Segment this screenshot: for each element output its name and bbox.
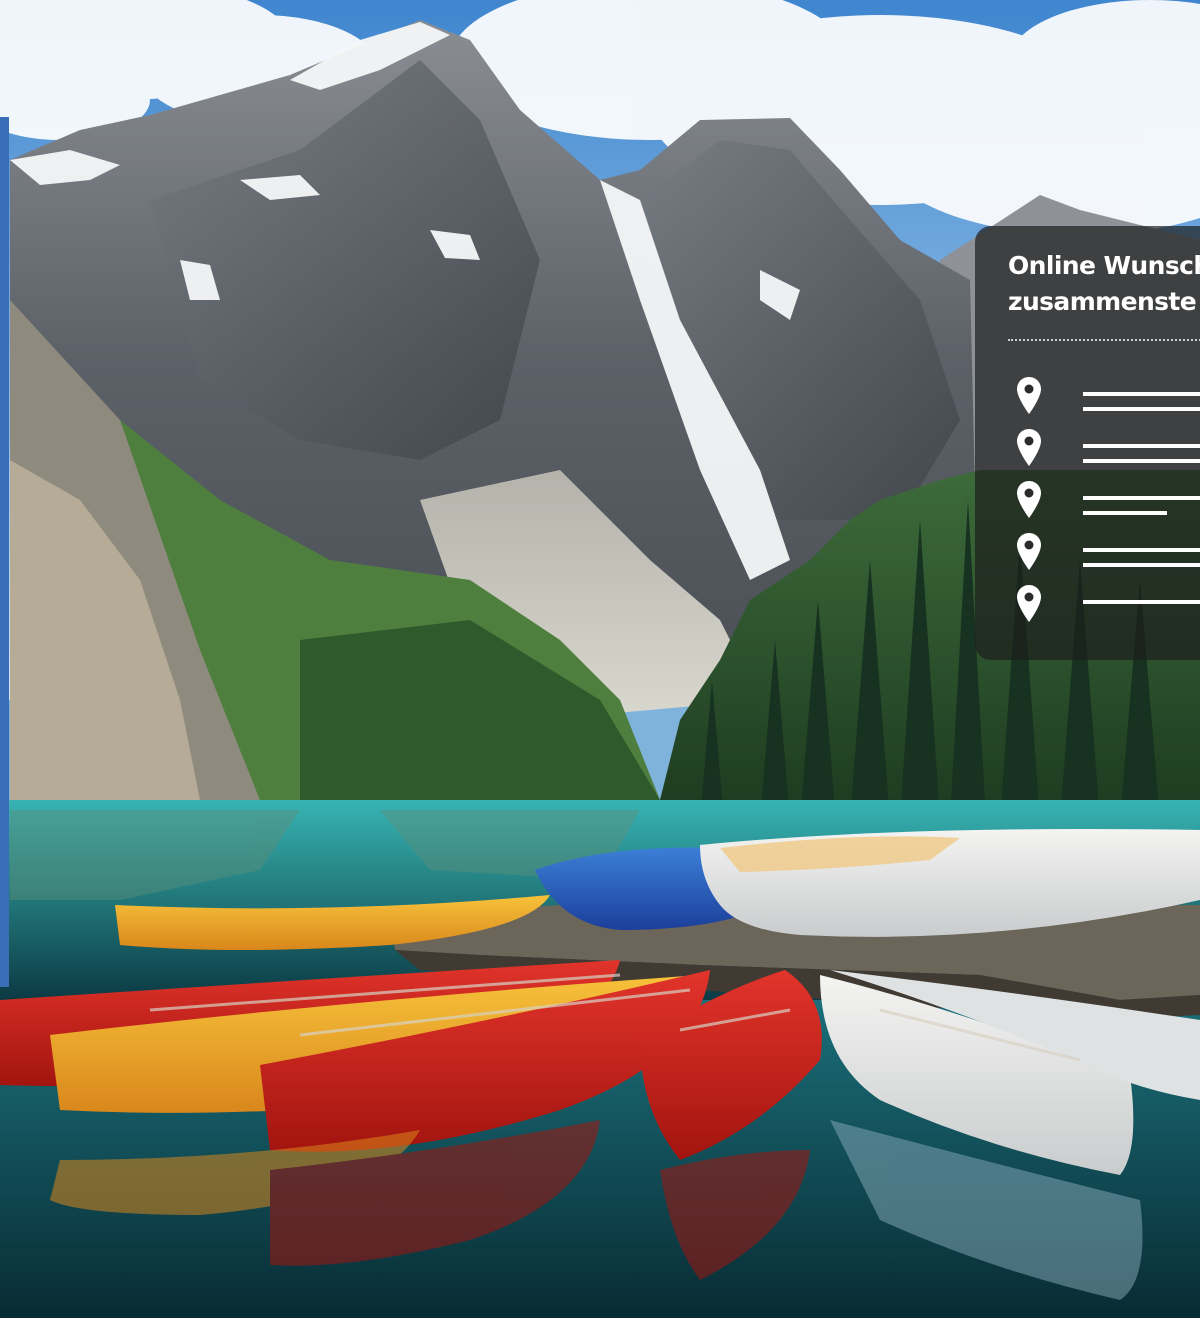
text-placeholder-line bbox=[1083, 563, 1200, 567]
map-pin-icon bbox=[1017, 533, 1041, 570]
wishlist-panel[interactable]: Online Wunsch zusammenste bbox=[975, 226, 1200, 660]
list-item[interactable] bbox=[1015, 428, 1200, 480]
dotted-divider bbox=[1008, 339, 1200, 341]
accent-strip bbox=[0, 117, 9, 987]
list-item[interactable] bbox=[1015, 532, 1200, 584]
text-placeholder-line bbox=[1083, 392, 1200, 396]
map-pin-icon bbox=[1017, 585, 1041, 622]
text-placeholder-line bbox=[1083, 511, 1167, 515]
text-placeholder-line bbox=[1083, 496, 1200, 500]
text-placeholder-line bbox=[1083, 548, 1200, 552]
list-item[interactable] bbox=[1015, 480, 1200, 532]
map-pin-icon bbox=[1017, 377, 1041, 414]
text-placeholder-line bbox=[1083, 600, 1200, 604]
text-placeholder-line bbox=[1083, 444, 1200, 448]
list-item[interactable] bbox=[1015, 584, 1200, 636]
location-list bbox=[1015, 376, 1200, 636]
map-pin-icon bbox=[1017, 481, 1041, 518]
text-placeholder-line bbox=[1083, 407, 1200, 411]
text-placeholder-line bbox=[1083, 459, 1200, 463]
map-pin-icon bbox=[1017, 429, 1041, 466]
list-item[interactable] bbox=[1015, 376, 1200, 428]
panel-title: Online Wunsch zusammenste bbox=[1008, 251, 1200, 316]
